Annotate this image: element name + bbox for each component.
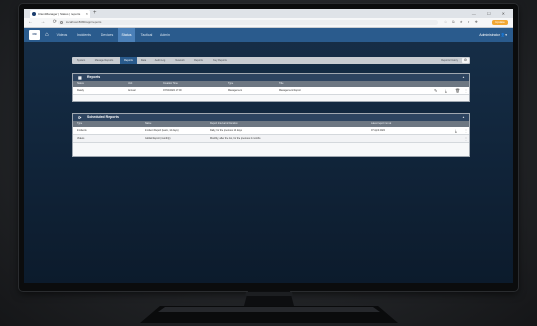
monitor-stand [140,291,398,323]
